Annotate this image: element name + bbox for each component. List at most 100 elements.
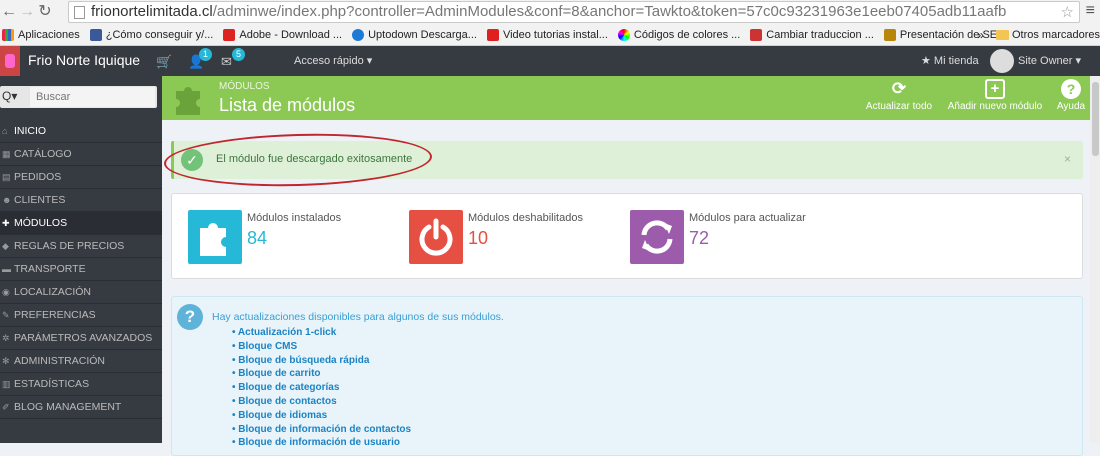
site-icon	[750, 28, 763, 41]
bookmark-item[interactable]: Adobe - Download ...	[223, 28, 342, 41]
avatar[interactable]	[990, 49, 1014, 73]
scrollbar-thumb[interactable]	[1092, 82, 1099, 156]
help-button[interactable]: ? Ayuda	[1053, 79, 1089, 112]
sidebar-item-transporte[interactable]: ▬ TRANSPORTE	[0, 258, 162, 281]
shop-name[interactable]: Frio Norte Iquique	[28, 52, 140, 68]
bookmark-label: Códigos de colores ...	[633, 28, 741, 41]
add-module-button[interactable]: + Añadir nuevo módulo	[943, 79, 1047, 112]
bookmark-item[interactable]: Cambiar traduccion ...	[750, 28, 874, 41]
sidebar-item-label: BLOG MANAGEMENT	[14, 401, 122, 413]
truck-icon: ▬	[2, 264, 11, 274]
adobe-icon	[223, 28, 236, 41]
list-item[interactable]: Actualización 1-click	[232, 326, 411, 340]
refresh-icon	[630, 210, 684, 264]
sidebar-item-blog[interactable]: ✐ BLOG MANAGEMENT	[0, 396, 162, 419]
question-icon: ?	[177, 304, 203, 330]
sidebar-item-label: ADMINISTRACIÓN	[14, 355, 106, 367]
catalog-icon: ▦	[2, 149, 11, 159]
list-item[interactable]: Bloque de contactos	[232, 395, 411, 409]
updates-lead: Hay actualizaciones disponibles para alg…	[212, 311, 504, 323]
breadcrumb[interactable]: MÓDULOS	[219, 81, 270, 92]
sidebar-item-modulos[interactable]: ✚ MÓDULOS	[0, 212, 162, 235]
envelope-icon[interactable]: ✉	[221, 54, 232, 70]
bookmark-item[interactable]: ¿Cómo conseguir y/...	[89, 28, 214, 41]
list-item[interactable]: Bloque de categorías	[232, 381, 411, 395]
sidebar-item-reglas[interactable]: ◆ REGLAS DE PRECIOS	[0, 235, 162, 258]
button-label: Ayuda	[1056, 101, 1086, 112]
refresh-icon: ⟳	[891, 79, 907, 98]
browser-menu-icon[interactable]: ≡	[1086, 2, 1095, 20]
gear-icon: ✻	[2, 356, 10, 366]
close-icon[interactable]: ×	[1064, 152, 1071, 166]
sidebar-item-label: LOCALIZACIÓN	[14, 286, 92, 298]
chart-icon: ▥	[2, 379, 11, 389]
my-store-link[interactable]: ★ Mi tienda	[921, 54, 979, 67]
reload-icon[interactable]: ↻	[36, 2, 54, 22]
messages-badge: 5	[232, 48, 245, 61]
sidebar-item-pedidos[interactable]: ▤ PEDIDOS	[0, 166, 162, 189]
bookmark-label: Cambiar traduccion ...	[766, 28, 874, 41]
sidebar-item-preferencias[interactable]: ✎ PREFERENCIAS	[0, 304, 162, 327]
updates-info-panel: ? Hay actualizaciones disponibles para a…	[171, 296, 1083, 456]
site-icon	[883, 28, 896, 41]
sidebar-item-label: TRANSPORTE	[14, 263, 86, 275]
red-highlight-ellipse	[163, 130, 433, 190]
stat-value: 10	[468, 228, 489, 248]
dashboard-icon: ⌂	[2, 126, 8, 136]
sidebar-item-label: ESTADÍSTICAS	[14, 378, 90, 390]
list-item[interactable]: Bloque CMS	[232, 340, 411, 354]
sidebar-item-avanzados[interactable]: ✲ PARÁMETROS AVANZADOS	[0, 327, 162, 350]
youtube-icon	[486, 28, 499, 41]
address-bar[interactable]: frionortelimitada.cl/adminwe/index.php?c…	[68, 1, 1080, 23]
page-icon	[74, 6, 85, 19]
bookmark-item[interactable]: Uptodown Descarga...	[352, 28, 477, 41]
sidebar-item-label: PARÁMETROS AVANZADOS	[14, 332, 153, 344]
stat-value: 84	[247, 228, 268, 248]
admin-topbar: Frio Norte Iquique 🛒 👤 1 ✉ 5 Acceso rápi…	[0, 46, 1100, 76]
bookmarks-overflow[interactable]: »	[977, 28, 984, 42]
folder-icon	[995, 30, 1009, 40]
bookmark-item[interactable]: Video tutorias instal...	[486, 28, 608, 41]
other-bookmarks[interactable]: Otros marcadores	[1012, 29, 1100, 41]
search-input[interactable]	[30, 87, 155, 107]
list-item[interactable]: Bloque de idiomas	[232, 409, 411, 423]
page-scrollbar[interactable]	[1090, 76, 1100, 443]
bookmark-apps[interactable]: Aplicaciones	[2, 28, 80, 41]
module-stats-panel: Módulos instalados 84 Módulos deshabilit…	[171, 193, 1083, 279]
update-all-button[interactable]: ⟳ Actualizar todo	[862, 79, 936, 112]
bookmark-label: Uptodown Descarga...	[368, 28, 477, 41]
shop-logo[interactable]	[0, 46, 20, 76]
sidebar-item-localizacion[interactable]: ◉ LOCALIZACIÓN	[0, 281, 162, 304]
sidebar-item-inicio[interactable]: ⌂ INICIO	[0, 120, 162, 143]
star-icon: ★	[921, 55, 934, 67]
back-icon[interactable]: ←	[0, 2, 18, 22]
puzzle-icon: ✚	[2, 218, 10, 228]
stat-value: 72	[689, 228, 710, 248]
bookmark-label: ¿Cómo conseguir y/...	[105, 28, 214, 41]
list-item[interactable]: Bloque de información de contactos	[232, 423, 411, 437]
forward-icon[interactable]: →	[18, 2, 36, 22]
pencil-icon: ✐	[2, 402, 10, 412]
owner-dropdown[interactable]: Site Owner ▾	[1018, 54, 1081, 67]
sidebar-item-administracion[interactable]: ✻ ADMINISTRACIÓN	[0, 350, 162, 373]
browser-toolbar: ← → ↻ frionortelimitada.cl/adminwe/index…	[0, 0, 1100, 24]
stat-label: Módulos para actualizar	[689, 212, 806, 224]
button-label: Actualizar todo	[865, 101, 933, 112]
cart-icon[interactable]: 🛒	[156, 54, 172, 70]
bookmark-star-icon[interactable]: ☆	[1061, 3, 1074, 21]
bookmark-item[interactable]: Códigos de colores ...	[617, 28, 741, 41]
sidebar-item-clientes[interactable]: ☻ CLIENTES	[0, 189, 162, 212]
page-header: MÓDULOS Lista de módulos ⟳ Actualizar to…	[162, 76, 1100, 120]
list-item[interactable]: Bloque de carrito	[232, 367, 411, 381]
button-label: Añadir nuevo módulo	[947, 101, 1043, 112]
bookmark-label: Video tutorias instal...	[502, 28, 608, 41]
bookmarks-bar: Aplicaciones ¿Cómo conseguir y/... Adobe…	[0, 24, 1100, 46]
page-title: Lista de módulos	[219, 95, 356, 115]
sidebar-item-catalogo[interactable]: ▦ CATÁLOGO	[0, 143, 162, 166]
list-item[interactable]: Bloque de información de usuario	[232, 436, 411, 450]
search-icon[interactable]: Q▾	[2, 89, 17, 103]
list-item[interactable]: Bloque de búsqueda rápida	[232, 354, 411, 368]
quick-access-dropdown[interactable]: Acceso rápido ▾	[294, 54, 372, 67]
sidebar-item-estadisticas[interactable]: ▥ ESTADÍSTICAS	[0, 373, 162, 396]
puzzle-icon	[176, 87, 200, 115]
